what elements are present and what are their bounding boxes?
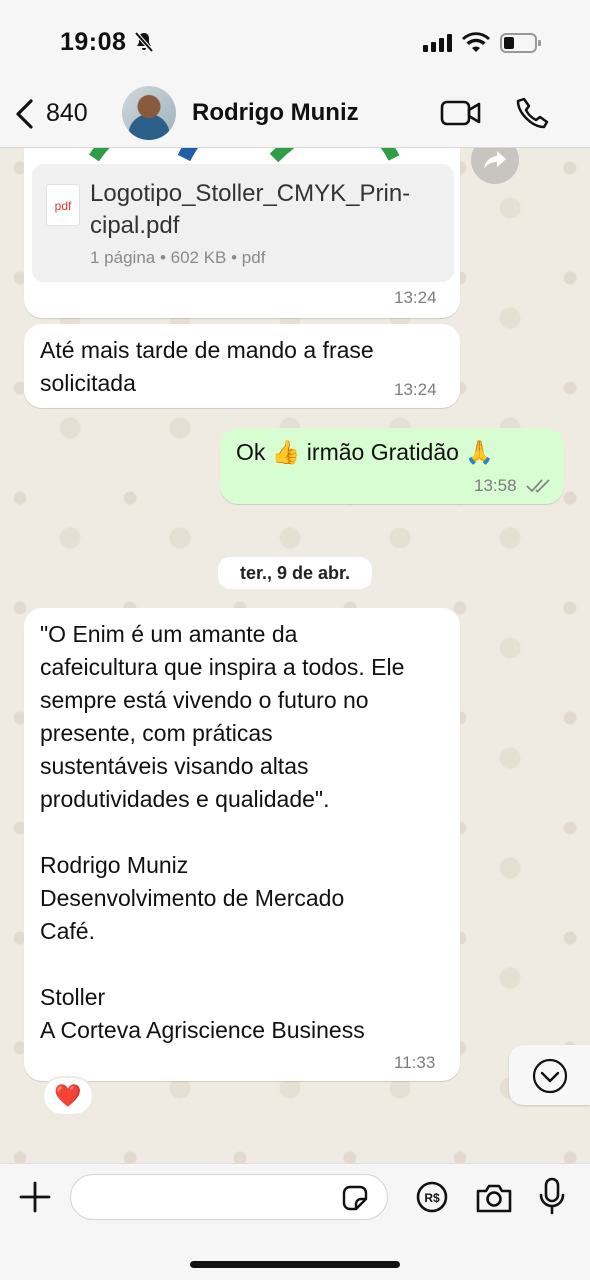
video-call-icon[interactable]: [440, 98, 482, 133]
pdf-file-meta: 1 página • 602 KB • pdf: [90, 248, 266, 267]
outgoing-message-bubble[interactable]: Ok 👍 irmão Gratidão 🙏 13:58: [220, 428, 564, 504]
svg-text:R$: R$: [424, 1191, 440, 1205]
status-time: 19:08: [60, 28, 127, 56]
message-time: 13:58: [474, 476, 517, 495]
signal-icon: [423, 34, 453, 57]
pdf-file-name: Logotipo_Stoller_CMYK_Prin- cipal.pdf: [90, 180, 411, 239]
microphone-icon[interactable]: [538, 1177, 566, 1220]
sticker-icon[interactable]: [340, 1183, 370, 1218]
message-text: Até mais tarde de mando a frase solicita…: [40, 337, 374, 396]
contact-avatar[interactable]: [122, 86, 176, 140]
forward-button[interactable]: [471, 148, 519, 184]
chat-header: 840 Rodrigo Muniz: [0, 86, 590, 148]
logo-preview-image: [89, 148, 400, 162]
message-text: Ok 👍 irmão Gratidão 🙏: [236, 439, 494, 465]
message-text: "O Enim é um amante da cafeicultura que …: [40, 621, 405, 1043]
battery-icon: [500, 33, 542, 58]
home-indicator: [190, 1261, 400, 1268]
payment-icon[interactable]: R$: [416, 1181, 448, 1218]
chat-area[interactable]: pdf Logotipo_Stoller_CMYK_Prin- cipal.pd…: [0, 148, 590, 1163]
camera-icon[interactable]: [475, 1182, 513, 1219]
scroll-to-bottom-button[interactable]: [509, 1045, 590, 1105]
date-separator: ter., 9 de abr.: [218, 557, 372, 589]
incoming-message-bubble[interactable]: "O Enim é um amante da cafeicultura que …: [24, 608, 460, 1081]
bell-off-icon: [133, 31, 155, 58]
message-time: 13:24: [394, 380, 437, 399]
pdf-attachment[interactable]: pdf Logotipo_Stoller_CMYK_Prin- cipal.pd…: [32, 164, 454, 282]
incoming-message-bubble[interactable]: Até mais tarde de mando a frase solicita…: [24, 324, 460, 408]
unread-count[interactable]: 840: [46, 99, 88, 128]
message-time: 13:24: [394, 288, 437, 307]
wifi-icon: [462, 32, 490, 59]
double-check-read-icon: [526, 478, 552, 499]
contact-name[interactable]: Rodrigo Muniz: [192, 99, 359, 127]
file-message-bubble[interactable]: pdf Logotipo_Stoller_CMYK_Prin- cipal.pd…: [24, 148, 460, 318]
chevron-down-icon: [532, 1058, 568, 1094]
message-time: 11:33: [394, 1053, 436, 1072]
plus-icon[interactable]: [18, 1180, 52, 1219]
heart-reaction[interactable]: ❤️: [42, 1076, 94, 1116]
phone-call-icon[interactable]: [515, 96, 551, 137]
pdf-file-icon: pdf: [46, 184, 80, 226]
back-chevron-icon[interactable]: [12, 98, 36, 135]
status-bar: 19:08: [0, 0, 590, 86]
